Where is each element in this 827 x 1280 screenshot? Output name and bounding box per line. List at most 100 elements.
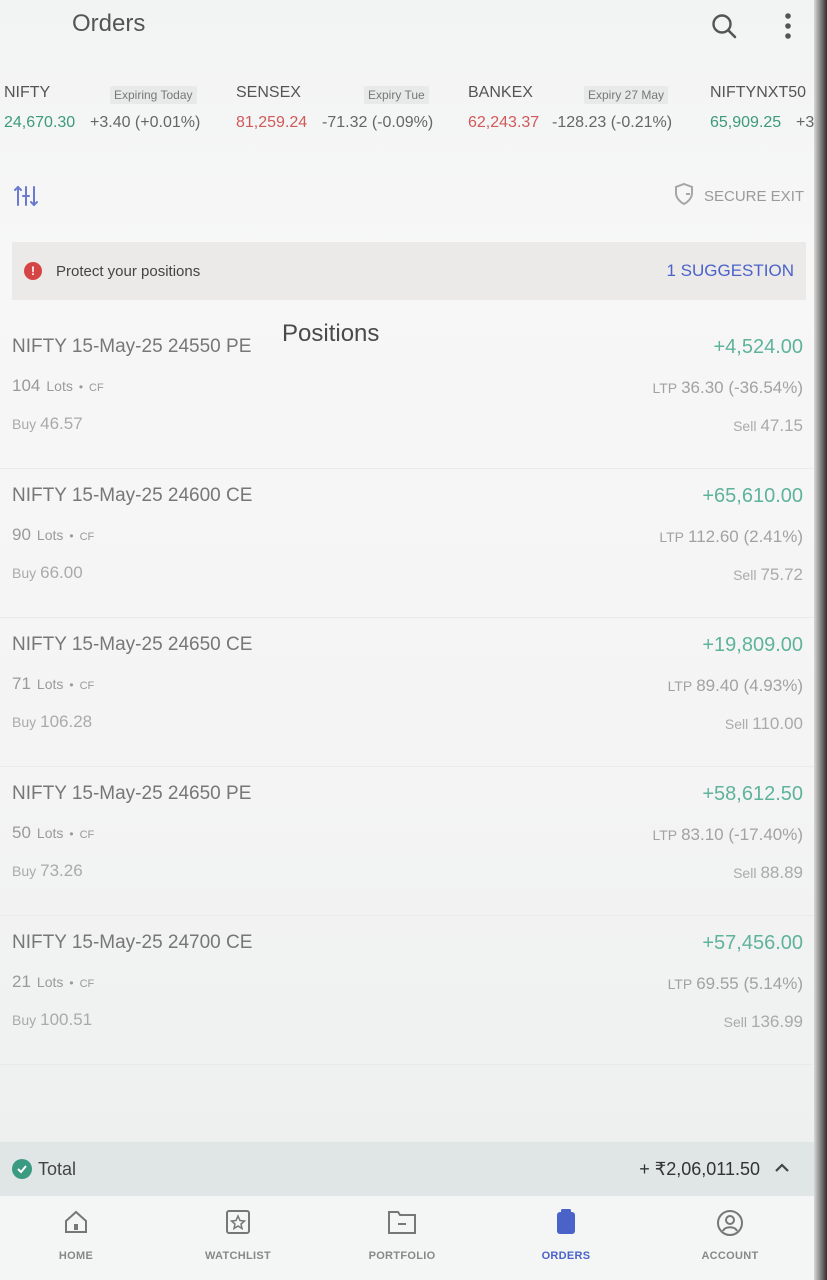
ltp-label: LTP	[667, 976, 693, 992]
positions-screen: Orders Positions NIFTY Expiring Today 24…	[0, 0, 827, 1280]
account-icon	[670, 1208, 790, 1238]
position-qty: 90 Lots • CF	[12, 525, 94, 545]
sell-price: Sell 136.99	[724, 1012, 803, 1032]
position-pnl: +58,612.50	[702, 783, 803, 805]
position-qty: 104 Lots • CF	[12, 376, 104, 396]
buy-label: Buy	[12, 416, 37, 432]
ticker-price: 81,259.24	[236, 114, 308, 131]
ltp-label: LTP	[667, 678, 693, 694]
total-pnl-bar[interactable]: Total + ₹2,06,011.50	[0, 1142, 814, 1196]
position-ltp: LTP 83.10 (-17.40%)	[652, 825, 803, 845]
separator-dot: •	[69, 529, 74, 543]
instrument-name: NIFTY 15-May-25 24550 PE	[12, 336, 252, 357]
sell-value: 88.89	[760, 863, 803, 882]
nav-home[interactable]: HOME	[16, 1196, 136, 1280]
tab-orders[interactable]: Orders	[72, 10, 145, 38]
sell-label: Sell	[723, 1014, 747, 1030]
positions-list: NIFTY 15-May-25 24550 PE +4,524.00 104 Lo…	[0, 320, 827, 1065]
buy-value: 100.51	[40, 1010, 93, 1029]
instrument-name: NIFTY 15-May-25 24700 CE	[12, 932, 253, 953]
total-label: Total	[38, 1158, 77, 1179]
separator-dot: •	[78, 380, 84, 394]
ticker-item-niftynxt50[interactable]: NIFTYNXT50 65,909.25 +36	[710, 80, 827, 140]
lots-label: Lots	[46, 378, 73, 394]
lots-label: Lots	[36, 825, 64, 841]
ticker-price: 24,670.30	[4, 114, 76, 131]
ticker-item-bankex[interactable]: BANKEX Expiry 27 May 62,243.37 -128.23 (…	[468, 80, 680, 140]
sort-filter-icon[interactable]	[12, 182, 40, 210]
ticker-change: -71.32 (-0.09%)	[322, 114, 434, 131]
qty-value: 90	[12, 525, 31, 544]
secure-exit-button[interactable]: SECURE EXIT	[672, 182, 805, 208]
ltp-value: 89.40 (4.93%)	[696, 676, 803, 695]
nav-portfolio[interactable]: PORTFOLIO	[342, 1196, 462, 1280]
buy-price: Buy 73.26	[12, 861, 83, 881]
position-row[interactable]: NIFTY 15-May-25 24650 CE +19,809.00 71 Lo…	[0, 618, 827, 767]
buy-value: 73.26	[40, 861, 83, 880]
position-ltp: LTP 36.30 (-36.54%)	[652, 378, 803, 398]
ticker-change: -128.23 (-0.21%)	[552, 114, 673, 131]
ltp-label: LTP	[652, 380, 678, 396]
position-row[interactable]: NIFTY 15-May-25 24600 CE +65,610.00 90 Lo…	[0, 469, 827, 618]
position-qty: 50 Lots • CF	[12, 823, 94, 843]
ticker-item-nifty[interactable]: NIFTY Expiring Today 24,670.30 +3.40 (+0…	[4, 80, 204, 140]
nav-watchlist[interactable]: WATCHLIST	[178, 1196, 298, 1280]
separator-dot: •	[69, 976, 74, 990]
lots-label: Lots	[36, 527, 64, 543]
suggestion-link[interactable]: 1 SUGGESTION	[666, 261, 794, 281]
ltp-value: 69.55 (5.14%)	[696, 974, 803, 993]
nav-orders[interactable]: ORDERS	[506, 1196, 626, 1280]
protect-positions-banner[interactable]: ! Protect your positions 1 SUGGESTION	[12, 242, 806, 300]
qty-value: 104	[12, 376, 41, 395]
nav-label: WATCHLIST	[204, 1250, 272, 1262]
instrument-name: NIFTY 15-May-25 24650 CE	[12, 634, 253, 655]
nav-label: PORTFOLIO	[368, 1250, 436, 1262]
position-ltp: LTP 69.55 (5.14%)	[668, 974, 803, 994]
ticker-change: +3.40 (+0.01%)	[90, 114, 201, 131]
buy-label: Buy	[12, 714, 37, 730]
ticker-name: SENSEX	[236, 84, 301, 101]
position-row[interactable]: NIFTY 15-May-25 24650 PE +58,612.50 50 Lo…	[0, 767, 827, 916]
position-row[interactable]: NIFTY 15-May-25 24700 CE +57,456.00 21 Lo…	[0, 916, 827, 1065]
nav-account[interactable]: ACCOUNT	[670, 1196, 790, 1280]
lots-label: Lots	[36, 676, 64, 692]
buy-price: Buy 106.28	[12, 712, 92, 732]
expiry-badge: Expiry Tue	[364, 86, 429, 104]
ticker-item-sensex[interactable]: SENSEX Expiry Tue 81,259.24 -71.32 (-0.0…	[236, 80, 436, 140]
ticker-name: NIFTYNXT50	[710, 84, 807, 101]
expiry-badge: Expiry 27 May	[584, 86, 669, 104]
cf-label: CF	[79, 680, 95, 692]
sell-price: Sell 47.15	[733, 416, 803, 436]
cf-label: CF	[79, 829, 95, 841]
separator-dot: •	[69, 678, 74, 692]
buy-label: Buy	[12, 1012, 37, 1028]
secure-exit-label: SECURE EXIT	[704, 187, 805, 205]
ltp-value: 36.30 (-36.54%)	[681, 378, 803, 397]
more-vertical-icon[interactable]	[772, 10, 804, 42]
sell-price: Sell 88.89	[733, 863, 803, 883]
buy-value: 106.28	[40, 712, 93, 731]
position-qty: 71 Lots • CF	[12, 674, 94, 694]
buy-price: Buy 100.51	[12, 1010, 92, 1030]
sell-label: Sell	[733, 865, 757, 881]
cf-label: CF	[79, 531, 95, 543]
search-icon[interactable]	[708, 10, 740, 42]
ltp-label: LTP	[652, 827, 678, 843]
sell-price: Sell 110.00	[725, 714, 803, 734]
buy-value: 66.00	[40, 563, 83, 582]
qty-value: 50	[12, 823, 31, 842]
expiry-badge: Expiring Today	[110, 86, 197, 104]
bottom-navigation: HOME WATCHLIST PORTFOLIO ORDERS ACCOUNT	[0, 1196, 814, 1280]
device-edge	[814, 0, 827, 1280]
orders-icon	[506, 1208, 626, 1236]
chevron-up-icon[interactable]	[774, 1160, 790, 1181]
buy-value: 46.57	[40, 414, 83, 433]
position-row[interactable]: NIFTY 15-May-25 24550 PE +4,524.00 104 Lo…	[0, 320, 827, 469]
position-pnl: +57,456.00	[702, 932, 803, 954]
watchlist-icon	[178, 1208, 298, 1236]
sell-price: Sell 75.72	[733, 565, 803, 585]
cf-label: CF	[89, 382, 104, 394]
position-ltp: LTP 89.40 (4.93%)	[668, 676, 803, 696]
sell-label: Sell	[733, 418, 757, 434]
sell-value: 136.99	[751, 1012, 803, 1031]
